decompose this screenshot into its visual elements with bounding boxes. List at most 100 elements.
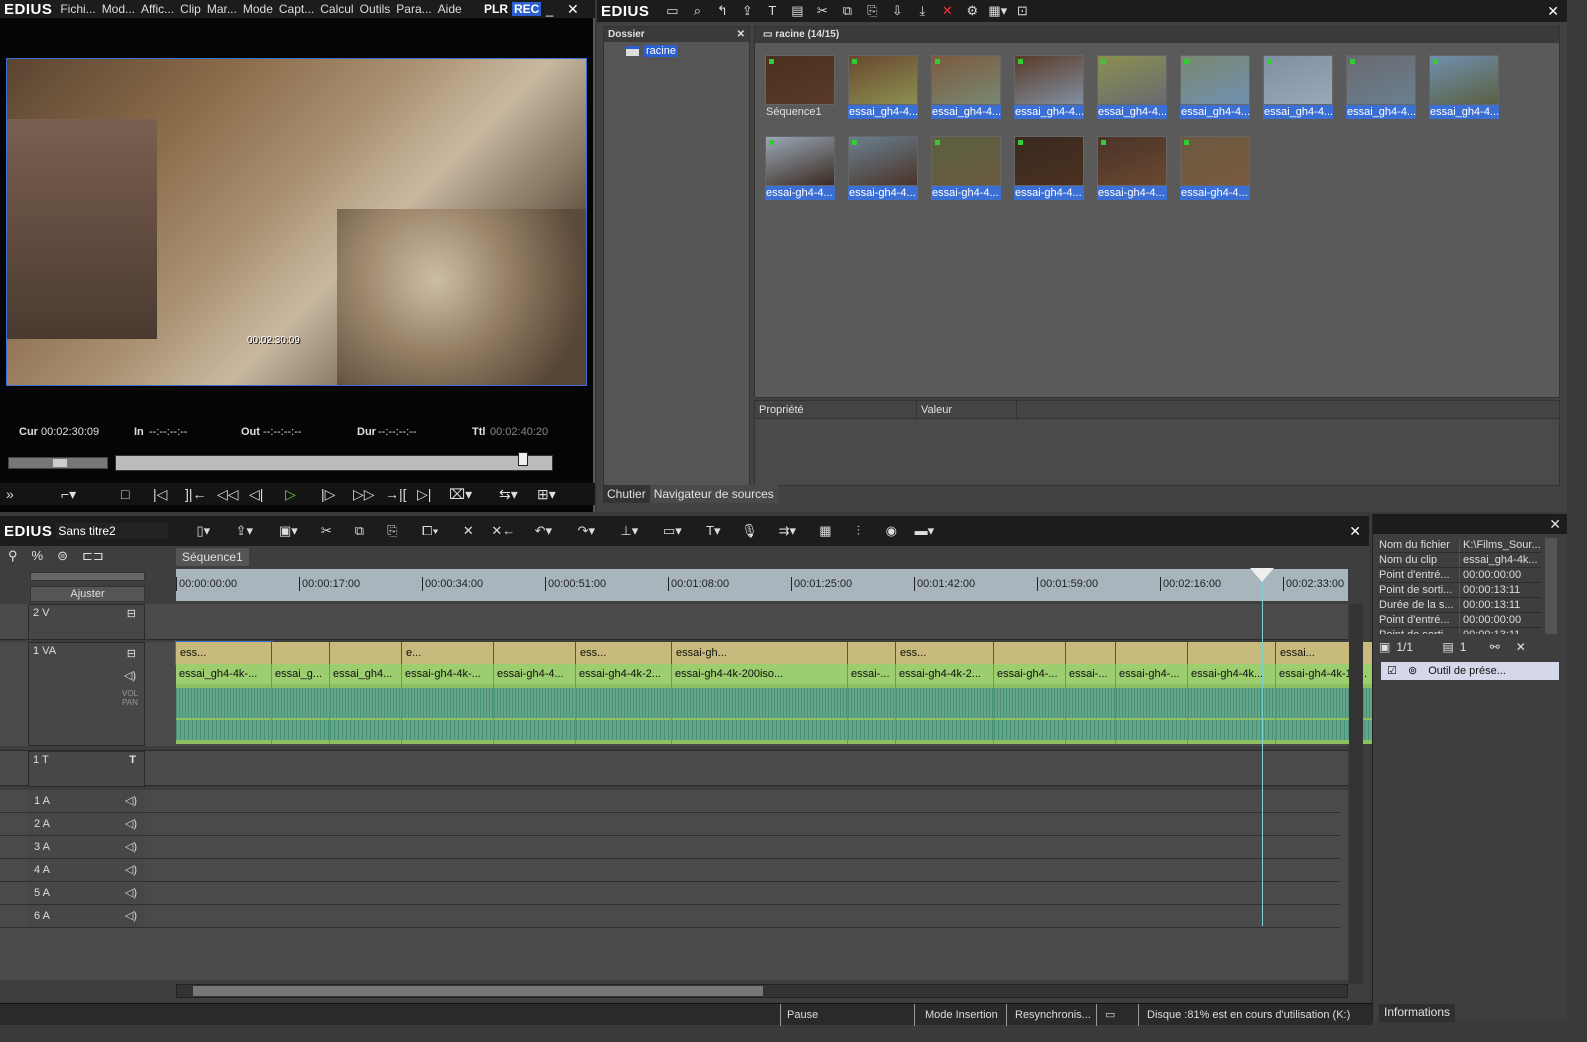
minimize-icon[interactable]: _: [546, 2, 553, 17]
scrub-bar[interactable]: [115, 452, 553, 471]
title-icon[interactable]: T: [763, 3, 781, 19]
fit-dropdown[interactable]: Ajuster: [30, 586, 145, 602]
grid-icon[interactable]: ▦: [812, 523, 838, 539]
delete-icon[interactable]: ✕: [938, 3, 956, 19]
menu-item[interactable]: Mode: [243, 2, 273, 16]
rec-indicator[interactable]: REC: [512, 2, 542, 16]
save-icon[interactable]: ▣▾: [270, 523, 306, 539]
plr-indicator[interactable]: PLR: [484, 2, 508, 16]
track-2v-header[interactable]: 2 V ⊟: [28, 604, 145, 640]
expand-icon[interactable]: »: [6, 486, 61, 502]
layer-icon[interactable]: ▤: [1442, 640, 1453, 654]
title-icon[interactable]: T▾: [697, 523, 729, 539]
timeline-icon[interactable]: ⤓: [913, 3, 931, 19]
fast-forward-icon[interactable]: ▷▷: [353, 486, 385, 503]
speaker-icon[interactable]: ◁): [125, 836, 137, 858]
audio-clip[interactable]: essai-...: [848, 664, 896, 744]
clip-thumbnail[interactable]: essai_gh4-4...: [1180, 55, 1250, 119]
video-clip[interactable]: [994, 642, 1066, 664]
copy-icon[interactable]: ⧉: [346, 523, 372, 539]
folder-root[interactable]: racine: [626, 45, 749, 57]
replace-icon[interactable]: ⧠▾: [412, 523, 448, 539]
video-clip[interactable]: [1116, 642, 1188, 664]
close-icon[interactable]: ✕: [1547, 3, 1559, 20]
set-out-icon[interactable]: →|[: [385, 486, 417, 502]
speaker-icon[interactable]: ◁): [125, 813, 137, 835]
ripple-icon[interactable]: ⊏⊐: [82, 548, 104, 564]
audio-clip[interactable]: essai-gh4-...: [1116, 664, 1188, 744]
clip-thumbnail[interactable]: essai-gh4-4...: [1180, 136, 1250, 200]
effect-list-item[interactable]: ☑ ⊚ Outil de prése...: [1381, 662, 1559, 680]
video-clip[interactable]: [848, 642, 896, 664]
close-icon[interactable]: ✕: [567, 1, 579, 18]
video-clip[interactable]: [330, 642, 402, 664]
copy-icon[interactable]: ⧉: [838, 3, 856, 19]
clip-thumbnail[interactable]: essai_gh4-4...: [1014, 55, 1084, 119]
audio-clip[interactable]: essai-gh4-4k-...: [402, 664, 494, 744]
clip-thumbnail[interactable]: essai_gh4-4...: [1097, 55, 1167, 119]
video-clip[interactable]: essai-gh...: [672, 642, 848, 664]
sequence-tab[interactable]: Séquence1: [176, 548, 249, 566]
step-back-icon[interactable]: ◁|: [249, 486, 285, 503]
audio-speaker-icon[interactable]: ◁): [124, 669, 136, 682]
audio-clip[interactable]: essai-gh4-4...: [494, 664, 576, 744]
step-forward-icon[interactable]: |▷: [321, 486, 353, 503]
menu-item[interactable]: Clip: [180, 2, 201, 16]
menu-item[interactable]: Capt...: [279, 2, 314, 16]
audio-clip[interactable]: essai_gh4-4k-...: [176, 664, 272, 744]
clip-thumbnail[interactable]: essai_gh4-4...: [1346, 55, 1416, 119]
clip-thumbnail[interactable]: essai_gh4-4...: [1429, 55, 1499, 119]
marker-icon[interactable]: ⌐▾: [61, 486, 121, 503]
clip-thumbnail[interactable]: essai_gh4-4...: [848, 55, 918, 119]
paste-icon[interactable]: ⎘: [863, 3, 881, 19]
menu-item[interactable]: Mar...: [207, 2, 237, 16]
source-browser-icon[interactable]: ⊡: [1013, 3, 1031, 19]
snap-icon[interactable]: %: [32, 548, 44, 564]
new-sequence-icon[interactable]: ▯▾: [188, 523, 218, 539]
prev-edit-icon[interactable]: |◁: [153, 486, 185, 503]
marker-icon[interactable]: ⊥▾: [611, 523, 647, 539]
audio-clip[interactable]: essai-gh4-4k-2...: [896, 664, 994, 744]
close-icon[interactable]: ✕: [737, 27, 745, 42]
clip-thumbnail[interactable]: essai-gh4-4...: [1014, 136, 1084, 200]
vertical-scrollbar[interactable]: [1349, 604, 1363, 984]
audio-clip[interactable]: essai_g...: [272, 664, 330, 744]
tab-source-browser[interactable]: Navigateur de sources: [649, 485, 778, 503]
microphone-icon[interactable]: 🎙: [736, 523, 762, 539]
properties-icon[interactable]: ⚙: [963, 3, 981, 19]
playhead-handle[interactable]: [1250, 568, 1274, 582]
clip-thumbnail[interactable]: Séquence1: [765, 55, 835, 119]
clip-thumbnail[interactable]: essai-gh4-4...: [848, 136, 918, 200]
audio-track-header[interactable]: 2 A ◁): [28, 813, 145, 835]
close-icon[interactable]: ✕: [1549, 516, 1561, 533]
menu-item[interactable]: Fichi...: [60, 2, 95, 16]
menu-item[interactable]: Para...: [396, 2, 431, 16]
video-clip[interactable]: ess...: [576, 642, 672, 664]
audio-clip[interactable]: essai-gh4-4k-200iso...: [672, 664, 848, 744]
layout-icon[interactable]: ▣: [1379, 640, 1390, 654]
next-edit-icon[interactable]: ▷|: [417, 486, 449, 503]
clip-thumbnail[interactable]: essai-gh4-4...: [931, 136, 1001, 200]
playhead[interactable]: [1262, 570, 1263, 926]
track-1va-header[interactable]: 1 VA ⊟ ◁) VOL PAN: [28, 642, 145, 746]
delete-icon[interactable]: ✕: [455, 523, 481, 539]
color-wheel-icon[interactable]: ◉: [878, 523, 904, 539]
video-clip[interactable]: [494, 642, 576, 664]
up-folder-icon[interactable]: ↰: [713, 3, 731, 19]
cut-icon[interactable]: ✂: [313, 523, 339, 539]
play-icon[interactable]: ▷: [285, 486, 321, 503]
checkbox-icon[interactable]: ☑: [1387, 665, 1397, 677]
title-track-icon[interactable]: T: [129, 754, 136, 766]
tab-informations[interactable]: Informations: [1379, 1004, 1456, 1022]
menu-item[interactable]: Outils: [360, 2, 391, 16]
speaker-icon[interactable]: ◁): [125, 882, 137, 904]
speaker-icon[interactable]: ◁): [125, 905, 137, 927]
video-clip[interactable]: essai...: [1276, 642, 1382, 664]
menu-item[interactable]: Aide: [438, 2, 462, 16]
audio-track-header[interactable]: 5 A ◁): [28, 882, 145, 904]
audio-track-header[interactable]: 4 A ◁): [28, 859, 145, 881]
info-scrollbar[interactable]: [1545, 538, 1557, 634]
track-mode-icon[interactable]: ⚲: [8, 548, 18, 564]
vol-pan-icon[interactable]: VOL PAN: [122, 689, 138, 707]
video-clip[interactable]: [1066, 642, 1116, 664]
